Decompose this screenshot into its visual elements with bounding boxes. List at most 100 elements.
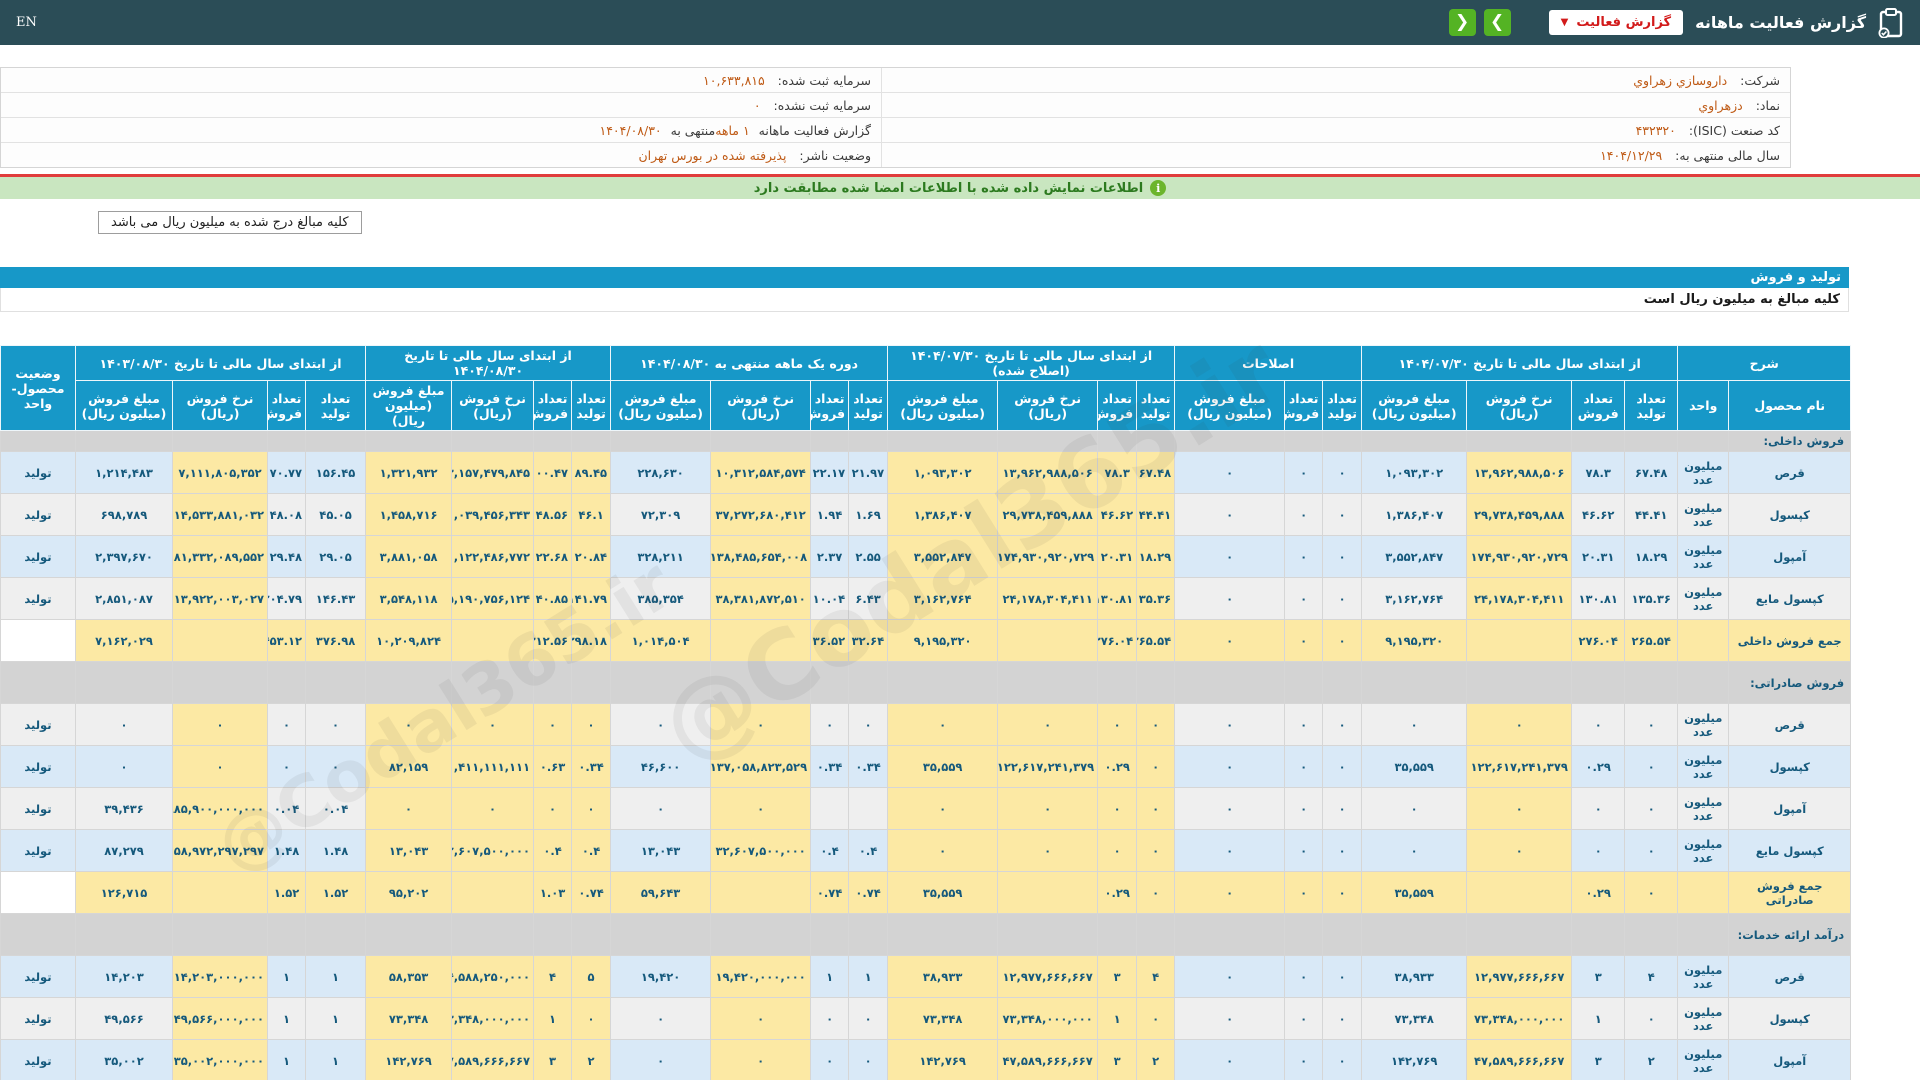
- table-cell: ۷,۱۱۱,۸۰۵,۳۵۲: [172, 451, 269, 494]
- table-cell: [305, 430, 367, 452]
- status-cell: تولید: [0, 955, 76, 998]
- table-cell: ۹۵,۲۰۲: [365, 871, 453, 914]
- table-cell: [365, 913, 453, 956]
- column-header: نرخ فروش (ریال): [1466, 380, 1573, 431]
- table-cell: [710, 871, 812, 914]
- table-cell: ۳۸,۳۸۱,۸۷۲,۵۱۰: [710, 577, 812, 620]
- previous-report-button[interactable]: ❮: [1448, 9, 1476, 36]
- table-cell: [1677, 871, 1730, 914]
- info-cell: شرکت: داروسازي زهراوي: [881, 68, 1790, 92]
- column-group-header: وضعیت محصول-واحد: [0, 345, 76, 431]
- table-cell: ۱۲۶,۷۱۵: [74, 871, 174, 914]
- table-cell: ۰: [1174, 493, 1286, 536]
- table-cell: [1466, 871, 1573, 914]
- info-cell: گزارش فعالیت ماهانه ۱ ماهه منتهی به ۱۴۰۴/…: [1, 118, 881, 142]
- table-cell: ۶۷.۴۸: [1136, 451, 1176, 494]
- table-cell: ۰: [451, 787, 535, 830]
- table-cell: ۰: [267, 703, 307, 746]
- table-cell: ۱: [848, 955, 889, 998]
- table-cell: [172, 913, 269, 956]
- table-cell: ۱۷۴,۹۳۰,۹۲۰,۷۲۹: [997, 535, 1099, 578]
- table-cell: ۰: [1322, 871, 1363, 914]
- info-cell: سال مالی منتهی به: ۱۴۰۴/۱۲/۲۹: [881, 143, 1790, 167]
- table-row: کپسول میلیون عدد ۰ ۰.۲۹ ۱۲۲,۶۱۷,۲۴۱,۳۷۹ ۳۵,۵۵…: [0, 745, 1852, 788]
- status-cell: تولید: [0, 451, 76, 494]
- table-cell: ۳۸,۹۳۳: [887, 955, 999, 998]
- section-label: فروش داخلی:: [1728, 430, 1852, 452]
- table-cell: ۸۹.۴۵: [571, 451, 612, 494]
- table-cell: ۰.۷۴: [810, 871, 850, 914]
- table-cell: ۳,۵۴۸,۱۱۸: [365, 577, 453, 620]
- table-cell: ۲,۸۵۱,۰۸۷: [74, 577, 174, 620]
- table-cell: ۰: [1174, 535, 1286, 578]
- table-cell: [848, 430, 889, 452]
- table-cell: ۱.۰۳: [533, 871, 573, 914]
- table-cell: ۰: [1322, 1039, 1363, 1080]
- table-cell: ۲۷۶.۰۴: [1097, 619, 1138, 662]
- table-cell: [74, 913, 174, 956]
- table-cell: [571, 913, 612, 956]
- table-row: آمپول میلیون عدد ۰ ۰ ۰ ۰ ۰ ۰ ۰ ۰ ۰ ۰ ۰ ۰ ۰ ۰ ۰ ۰ ۰ ۰.۰۴ ۰.۰۴…: [0, 787, 1852, 830]
- table-row: قرص میلیون عدد ۰ ۰ ۰ ۰ ۰ ۰ ۰ ۰ ۰ ۰ ۰ ۰ ۰ ۰ ۰ ۰ ۰ ۰ ۰ ۰ ۰ ۰ ۰ تولی…: [0, 703, 1852, 746]
- section-label: فروش صادراتی:: [1728, 661, 1852, 704]
- table-cell: ۱۳۷,۰۵۸,۸۲۳,۵۲۹: [710, 745, 812, 788]
- table-cell: ۲۰.۳۱: [1097, 535, 1138, 578]
- table-cell: [710, 430, 812, 452]
- table-cell: [305, 661, 367, 704]
- table-cell: ۰: [610, 997, 712, 1040]
- table-cell: ۱: [305, 1039, 367, 1080]
- product-name-cell: کپسول مایع: [1728, 577, 1852, 620]
- table-cell: ۱,۰۹۳,۳۰۲: [887, 451, 999, 494]
- table-cell: ۲,۳۹۷,۶۷۰: [74, 535, 174, 578]
- table-cell: [571, 430, 612, 452]
- table-cell: ۰: [1284, 955, 1324, 998]
- table-cell: ۱۳۰,۴۱۱,۱۱۱,۱۱۱: [451, 745, 535, 788]
- report-type-dropdown[interactable]: گزارش فعالیت ▼: [1548, 10, 1684, 35]
- table-cell: ۱۵۶.۴۵: [305, 451, 367, 494]
- table-cell: ۰: [1136, 787, 1176, 830]
- table-row: آمپول میلیون عدد ۲ ۳ ۴۷,۵۸۹,۶۶۶,۶۶۷ ۱۴۲,۷۶۹ ۰ ۰…: [0, 1039, 1852, 1080]
- table-cell: ۳: [1571, 1039, 1626, 1080]
- column-header: تعداد فروش: [533, 380, 573, 431]
- total-row-label: جمع فروش داخلی: [1728, 619, 1852, 662]
- table-cell: ۳۵,۵۵۹: [887, 871, 999, 914]
- table-cell: ۰: [1284, 577, 1324, 620]
- table-cell: ۳۵,۰۰۲: [74, 1039, 174, 1080]
- table-cell: ۰: [1624, 997, 1679, 1040]
- table-cell: ۱۳,۹۲۲,۰۰۳,۰۲۷: [172, 577, 269, 620]
- table-cell: ۷۳,۳۴۸,۰۰۰,۰۰۰: [1466, 997, 1573, 1040]
- table-cell: ۰: [1284, 829, 1324, 872]
- info-value: دزهراوي: [1698, 97, 1743, 113]
- status-cell: تولید: [0, 997, 76, 1040]
- table-cell: ۶.۴۳: [848, 577, 889, 620]
- table-cell: [172, 430, 269, 452]
- table-cell: ۳: [1097, 955, 1138, 998]
- table-cell: ۰: [365, 703, 453, 746]
- table-cell: ۲: [1136, 1039, 1176, 1080]
- table-cell: ۰: [710, 997, 812, 1040]
- table-cell: ۱۳۸,۴۸۵,۶۵۴,۰۰۸: [710, 535, 812, 578]
- info-cell: کد صنعت (ISIC): ۴۳۲۳۲۰: [881, 118, 1790, 142]
- table-cell: ۱.۴۸: [267, 829, 307, 872]
- language-toggle[interactable]: EN: [16, 15, 37, 30]
- table-cell: ۰: [1322, 829, 1363, 872]
- table-cell: ۱۴,۲۰۳: [74, 955, 174, 998]
- table-cell: [848, 787, 889, 830]
- amounts-note: کلیه مبالغ درج شده به میلیون ریال می باش…: [98, 211, 362, 234]
- clipboard-report-icon: [1878, 7, 1904, 38]
- table-cell: [267, 913, 307, 956]
- table-cell: ۳۲,۶۰۷,۵۰۰,۰۰۰: [451, 829, 535, 872]
- table-cell: ۰: [810, 1039, 850, 1080]
- table-cell: ۱.۶۹: [848, 493, 889, 536]
- table-cell: [365, 430, 453, 452]
- table-cell: ۲.۵۵: [848, 535, 889, 578]
- table-cell: ۰: [1361, 703, 1468, 746]
- table-cell: ۲۶۵.۵۴: [1624, 619, 1679, 662]
- table-cell: [0, 430, 76, 452]
- table-cell: [848, 661, 889, 704]
- table-cell: ۰: [810, 997, 850, 1040]
- table-cell: [610, 661, 712, 704]
- next-report-button[interactable]: ❯: [1483, 9, 1511, 36]
- unit-cell: میلیون عدد: [1677, 745, 1730, 788]
- table-cell: ۷۲,۳۰۹: [610, 493, 712, 536]
